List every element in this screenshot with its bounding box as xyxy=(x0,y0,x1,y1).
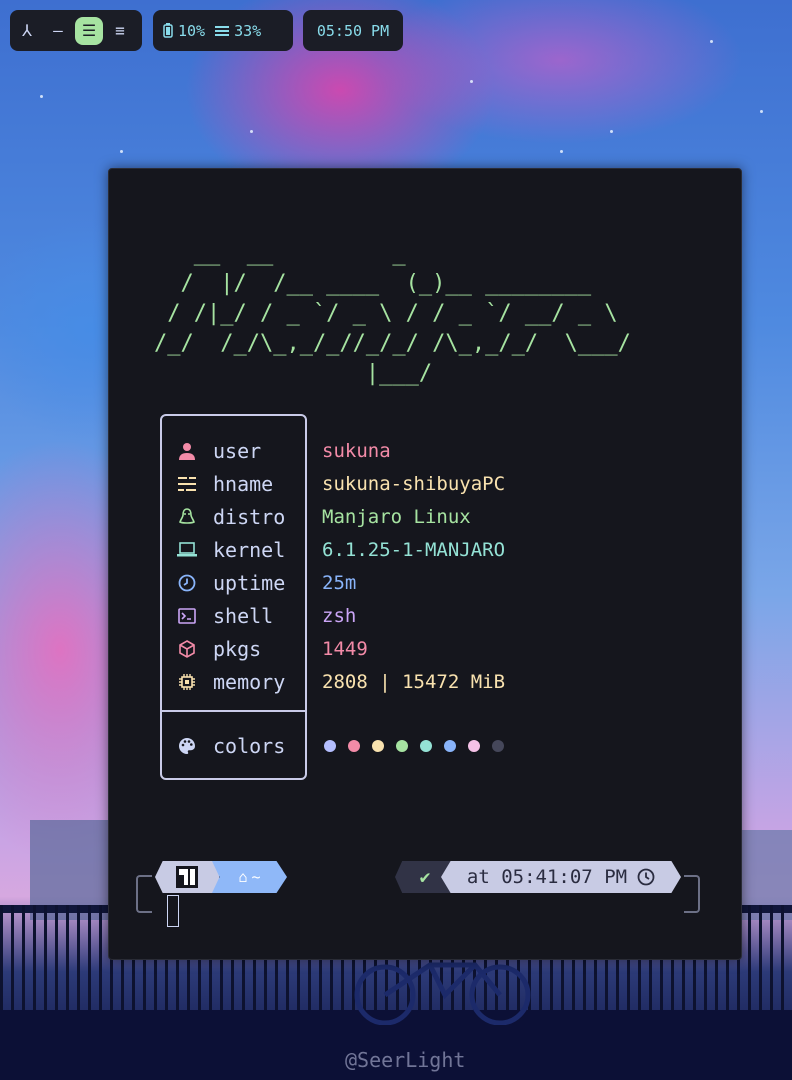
info-value: 2808 | 15472 MiB xyxy=(322,671,506,693)
shell-icon xyxy=(177,608,197,624)
star xyxy=(710,40,713,43)
kernel-icon xyxy=(177,542,197,558)
ascii-line: __ __ _ xyxy=(154,241,406,266)
memory-chip-icon xyxy=(177,673,197,691)
directory-segment: ⌂ ~ xyxy=(212,861,287,893)
info-row-kernel: kernel 6.1.25-1-MANJARO xyxy=(177,535,505,565)
workspace-button[interactable]: — xyxy=(44,17,72,45)
info-label: pkgs xyxy=(213,637,262,661)
memory-percent: 33% xyxy=(234,21,262,40)
prompt-time: at 05:41:07 PM xyxy=(466,866,628,888)
clock-icon xyxy=(637,868,655,886)
color-dot xyxy=(492,740,504,752)
current-directory: ~ xyxy=(251,868,261,886)
info-label: shell xyxy=(213,604,274,628)
star xyxy=(120,150,123,153)
manjaro-logo-segment xyxy=(155,861,219,893)
ascii-logo: __ __ _ / |/ /__ ____ (_)__ ________ / /… xyxy=(154,239,631,389)
color-dot xyxy=(324,740,336,752)
palette-icon xyxy=(177,737,197,755)
bicycle-silhouette xyxy=(354,962,531,1025)
star xyxy=(610,130,613,133)
info-label: hname xyxy=(213,472,274,496)
home-icon: ⌂ xyxy=(238,868,248,886)
hostname-icon xyxy=(177,476,197,492)
info-row-uptime: uptime 25m xyxy=(177,568,356,598)
system-stats-bar: 10% 33% xyxy=(153,10,293,51)
ascii-line: / |/ /__ ____ (_)__ ________ xyxy=(154,271,592,296)
distro-icon xyxy=(177,508,197,526)
color-dot xyxy=(444,740,456,752)
info-value: Manjaro Linux xyxy=(322,506,471,528)
info-label: kernel xyxy=(213,538,286,562)
info-label: colors xyxy=(213,734,286,758)
user-icon xyxy=(177,442,197,460)
star xyxy=(560,150,563,153)
star xyxy=(470,80,473,83)
info-row-shell: shell zsh xyxy=(177,601,356,631)
color-dot xyxy=(372,740,384,752)
workspace-button[interactable]: ≡ xyxy=(106,17,134,45)
memory-status[interactable]: 33% xyxy=(215,22,261,40)
info-row-memory: memory 2808 | 15472 MiB xyxy=(177,667,505,697)
color-dot xyxy=(468,740,480,752)
info-value: 6.1.25-1-MANJARO xyxy=(322,539,506,561)
battery-status[interactable]: 10% xyxy=(163,22,205,40)
info-value: sukuna xyxy=(322,440,391,462)
color-dot xyxy=(396,740,408,752)
info-row-distro: distro Manjaro Linux xyxy=(177,502,471,532)
info-row-pkgs: pkgs 1449 xyxy=(177,634,368,664)
info-value: sukuna-shibuyaPC xyxy=(322,473,506,495)
workspace-button[interactable]: ⅄ xyxy=(13,17,41,45)
colors-row: colors xyxy=(177,731,308,761)
color-palette xyxy=(324,740,504,752)
battery-percent: 10% xyxy=(178,21,206,40)
color-dot xyxy=(348,740,360,752)
info-row-user: user sukuna xyxy=(177,436,391,466)
info-row-hname: hname sukuna-shibuyaPC xyxy=(177,469,505,499)
star xyxy=(40,95,43,98)
info-label: uptime xyxy=(213,571,286,595)
watermark: @SeerLight xyxy=(345,1048,466,1072)
box-divider xyxy=(162,710,305,712)
workspace-button[interactable]: ☰ xyxy=(75,16,103,45)
color-dot xyxy=(420,740,432,752)
terminal-window[interactable]: __ __ _ / |/ /__ ____ (_)__ ________ / /… xyxy=(108,168,742,960)
info-label: memory xyxy=(213,670,286,694)
prompt-bracket-left xyxy=(136,875,152,913)
workspace-bar: ⅄ — ☰ ≡ xyxy=(10,10,142,51)
ascii-line: / /|_/ / _ `/ _ \ / / _ `/ __/ _ \ xyxy=(154,301,618,326)
check-icon: ✔ xyxy=(419,866,431,888)
memory-icon xyxy=(215,25,230,36)
clock-bar: 05:50 PM xyxy=(303,10,403,51)
star xyxy=(760,110,763,113)
prompt-bracket-right xyxy=(684,875,700,913)
info-label: distro xyxy=(213,505,286,529)
info-label: user xyxy=(213,439,262,463)
info-value: zsh xyxy=(322,605,357,627)
ascii-line: /_/ /_/\_,_/_//_/_/ /\_,_/_/ \___/ xyxy=(154,331,631,356)
battery-icon xyxy=(163,23,173,38)
ascii-line: |___/ xyxy=(154,361,433,386)
clock-text[interactable]: 05:50 PM xyxy=(317,22,389,40)
manjaro-logo-icon xyxy=(176,866,198,888)
info-value: 1449 xyxy=(322,638,368,660)
package-icon xyxy=(177,640,197,658)
text-cursor xyxy=(167,895,179,927)
uptime-icon xyxy=(177,574,197,592)
star xyxy=(250,130,253,133)
time-segment: at 05:41:07 PM xyxy=(441,861,681,893)
info-value: 25m xyxy=(322,572,357,594)
